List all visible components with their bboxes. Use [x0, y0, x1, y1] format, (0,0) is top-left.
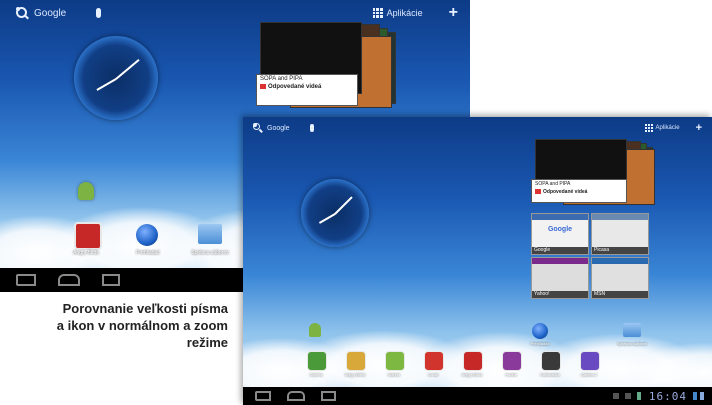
- dock-app-label: Angry Birds: [461, 372, 483, 377]
- analog-clock-widget[interactable]: [74, 36, 158, 120]
- apps-label[interactable]: Aplikácie: [656, 125, 680, 131]
- widget-label: Picasa: [592, 247, 648, 254]
- add-icon[interactable]: +: [696, 122, 702, 134]
- mic-icon[interactable]: [309, 124, 314, 132]
- recent-main-card[interactable]: SOPA and PIPA Odpovedané videá: [256, 74, 358, 106]
- angry-birds-icon[interactable]: [74, 222, 102, 250]
- youtube-icon: [535, 189, 541, 195]
- file-manager-label: Správca súborov: [616, 341, 647, 346]
- battery-icon[interactable]: [700, 392, 704, 400]
- file-manager-icon[interactable]: [623, 323, 641, 337]
- recent-card-subtitle: Odpovedané videá: [268, 84, 322, 91]
- file-manager-label: Správca súborov: [191, 250, 229, 256]
- widget-label: MSN: [592, 291, 648, 298]
- dock-app-label: Market: [387, 372, 401, 377]
- dock-app-label: Kalkulačka: [540, 372, 560, 377]
- browser-icon[interactable]: [532, 323, 548, 339]
- recent-apps-widget[interactable]: SOPA and PIPA Odpovedané videá: [531, 139, 671, 205]
- recent-card-subtitle-row: Odpovedané videá: [532, 188, 626, 196]
- dock-app-icon[interactable]: [385, 351, 405, 371]
- widget-header: [532, 214, 588, 220]
- back-icon[interactable]: [16, 274, 36, 286]
- recent-card-title: SOPA and PIPA: [535, 181, 571, 187]
- dock-app-label: Hudba: [505, 372, 517, 377]
- google-logo: Google: [547, 226, 573, 233]
- recent-apps-widget[interactable]: SOPA and PIPA Odpovedané videá: [254, 22, 410, 112]
- home-icon[interactable]: [58, 274, 80, 286]
- widget-header: [592, 258, 648, 264]
- caption-line: režime: [186, 335, 228, 350]
- mic-icon[interactable]: [96, 8, 102, 18]
- dock-app-label: Gmail: [427, 372, 439, 377]
- bookmark-widget-picasa[interactable]: Picasa: [591, 213, 649, 255]
- google-search-label[interactable]: Google: [34, 8, 66, 19]
- youtube-icon: [260, 84, 266, 89]
- dock-app-icon[interactable]: [424, 351, 444, 371]
- android-icon[interactable]: [309, 323, 321, 337]
- search-icon[interactable]: [16, 7, 29, 20]
- widget-header: [532, 258, 588, 264]
- android-icon[interactable]: [78, 182, 94, 200]
- clock-minute-hand: [96, 78, 117, 91]
- widget-label: Yahoo!: [532, 291, 588, 298]
- bookmark-widget-msn[interactable]: MSN: [591, 257, 649, 299]
- recent-apps-icon[interactable]: [102, 274, 120, 286]
- dock-app-icon[interactable]: [463, 351, 483, 371]
- apps-label[interactable]: Aplikácie: [387, 8, 423, 18]
- status-time[interactable]: 16:04: [649, 390, 687, 403]
- analog-clock-widget[interactable]: [301, 179, 369, 247]
- recent-card-title: SOPA and PIPA: [260, 76, 303, 82]
- clock-minute-hand: [318, 213, 336, 224]
- angry-birds-label: Angry Birds: [73, 250, 99, 256]
- dock-app-icon[interactable]: [346, 351, 366, 371]
- clock-hour-hand: [334, 196, 353, 215]
- caption-line: Porovnanie veľkosti písma: [62, 301, 228, 316]
- navigation-bar: 16:04: [243, 387, 712, 405]
- recent-card-subtitle-row: Odpovedané videá: [257, 83, 357, 91]
- search-icon[interactable]: [253, 123, 263, 133]
- recent-card-subtitle: Odpovedané videá: [543, 189, 588, 195]
- caption-line: a ikon v normálnom a zoom: [56, 318, 228, 333]
- dock-app-icon[interactable]: [580, 351, 600, 371]
- bookmark-widget-yahoo[interactable]: Yahoo!: [531, 257, 589, 299]
- apps-grid-icon[interactable]: [372, 8, 383, 18]
- browser-label: Prehliadač: [530, 341, 550, 346]
- dock-app-icon[interactable]: [307, 351, 327, 371]
- usb-icon[interactable]: [636, 392, 641, 400]
- home-icon[interactable]: [287, 391, 305, 401]
- zoom-mode-screen: Google Aplikácie + SOPA and PIPA Odpoved…: [243, 117, 712, 405]
- back-icon[interactable]: [255, 391, 271, 401]
- dock-app-label: Angry Birds: [344, 372, 366, 377]
- file-manager-icon[interactable]: [198, 224, 222, 244]
- wifi-icon[interactable]: [693, 392, 697, 400]
- google-search-label[interactable]: Google: [267, 125, 290, 132]
- clock-hour-hand: [115, 58, 140, 80]
- browser-label: Prehliadač: [136, 250, 160, 256]
- widget-label: Google: [532, 247, 588, 254]
- dock-app-label: Galéria: [309, 372, 323, 377]
- top-bar: Google Aplikácie +: [243, 117, 712, 139]
- comparison-caption: Porovnanie veľkosti písma a ikon v normá…: [18, 300, 228, 351]
- dock-app-icon[interactable]: [541, 351, 561, 371]
- dock-app-label: Galéria 2: [580, 372, 598, 377]
- widget-header: [592, 214, 648, 220]
- add-icon[interactable]: +: [449, 4, 458, 22]
- bookmark-widget-google[interactable]: Google Google: [531, 213, 589, 255]
- dock-app-icon[interactable]: [502, 351, 522, 371]
- browser-icon[interactable]: [136, 224, 158, 246]
- notification-icon[interactable]: [624, 393, 631, 399]
- notification-icon[interactable]: [612, 393, 619, 399]
- recent-main-card[interactable]: SOPA and PIPA Odpovedané videá: [531, 179, 627, 203]
- recent-apps-icon[interactable]: [321, 391, 336, 401]
- apps-grid-icon[interactable]: [644, 124, 653, 132]
